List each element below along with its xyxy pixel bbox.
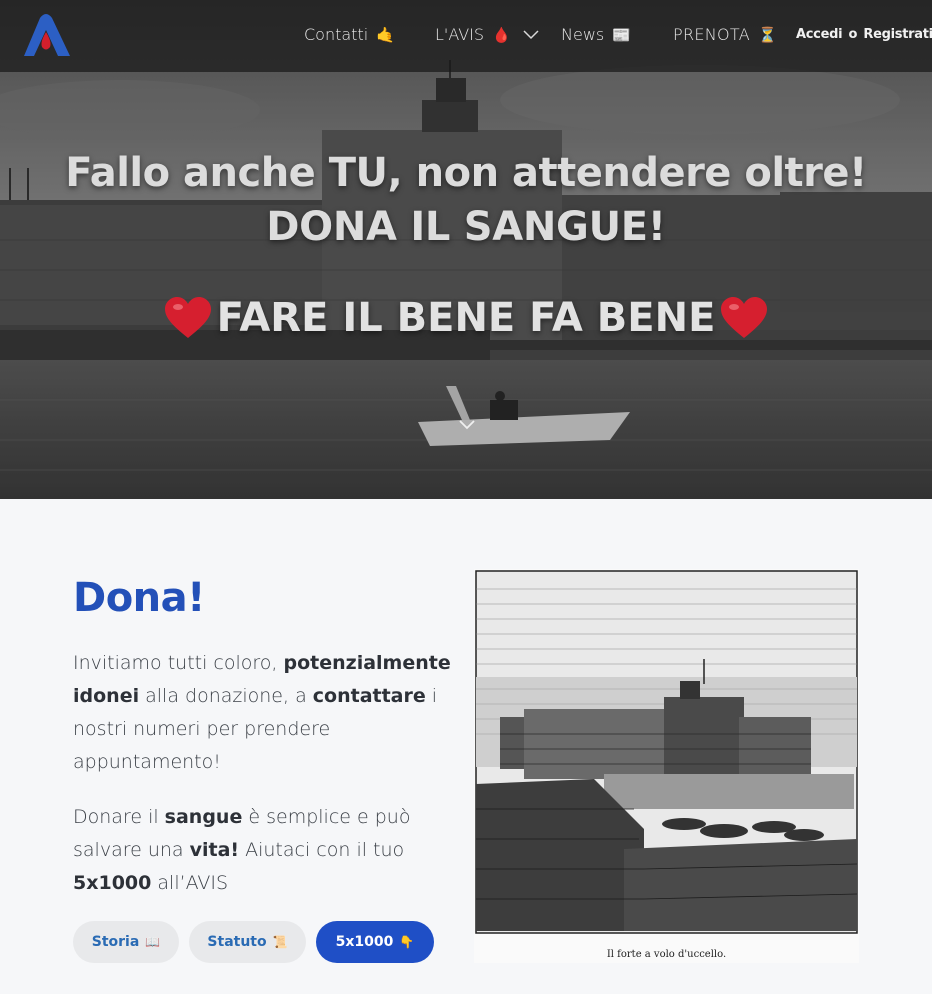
- hero-slogan-text: FARE IL BENE FA BENE: [216, 295, 716, 341]
- nav-news-label: News: [561, 25, 605, 44]
- scroll-icon: 📜: [272, 935, 288, 949]
- image-caption: Il forte a volo d'uccello.: [606, 949, 727, 960]
- text-fragment: alla donazione, a: [139, 685, 313, 707]
- nav-contatti[interactable]: Contatti 🤙: [304, 25, 395, 44]
- login-link[interactable]: Accedi: [796, 27, 843, 42]
- hourglass-icon: ⏳: [758, 25, 777, 44]
- statuto-button-label: Statuto: [207, 934, 267, 950]
- dona-section: Dona! Invitiamo tutti coloro, potenzialm…: [0, 499, 932, 994]
- hero-headline: Fallo anche TU, non attendere oltre!: [65, 150, 867, 196]
- storia-button-label: Storia: [91, 934, 140, 950]
- bold-fragment: contattare: [312, 685, 426, 707]
- nav-news[interactable]: News 📰: [561, 25, 631, 44]
- scroll-down-chevron-icon[interactable]: [457, 418, 477, 432]
- 5x1000-button[interactable]: 5x1000 👇: [316, 921, 434, 963]
- text-fragment: Donare il: [73, 806, 165, 828]
- open-book-icon: 📖: [145, 935, 161, 949]
- fortress-engraving-image: [474, 569, 859, 963]
- hero-slogan: FARE IL BENE FA BENE: [0, 295, 932, 341]
- 5x1000-button-label: 5x1000: [335, 934, 394, 950]
- nav-avis-label: L'AVIS: [435, 25, 485, 44]
- section-title: Dona!: [73, 575, 205, 621]
- nav-avis-dropdown[interactable]: L'AVIS 🩸: [435, 25, 539, 44]
- text-fragment: Aiutaci con il tuo: [239, 839, 405, 861]
- chevron-down-icon: [523, 29, 539, 39]
- blood-drop-icon: 🩸: [492, 25, 511, 44]
- call-me-hand-icon: 🤙: [376, 25, 395, 44]
- storia-button[interactable]: Storia 📖: [73, 921, 179, 963]
- register-link[interactable]: Registrati: [863, 27, 932, 42]
- nav-prenota[interactable]: PRENOTA ⏳: [673, 25, 777, 44]
- heart-icon: [164, 297, 211, 338]
- avis-logo[interactable]: [20, 12, 72, 58]
- newspaper-icon: 📰: [612, 25, 631, 44]
- bold-fragment: vita!: [189, 839, 240, 861]
- text-fragment: Invitiamo tutti coloro,: [73, 652, 284, 674]
- hero-section: Contatti 🤙 L'AVIS 🩸 News 📰 PRENOTA ⏳ Acc…: [0, 0, 932, 499]
- bold-fragment: 5x1000: [73, 872, 152, 894]
- pointing-down-icon: 👇: [399, 935, 415, 949]
- statuto-button[interactable]: Statuto 📜: [189, 921, 306, 963]
- nav-contatti-label: Contatti: [304, 25, 369, 44]
- intro-paragraph: Invitiamo tutti coloro, potenzialmente i…: [73, 647, 453, 779]
- top-navbar: Contatti 🤙 L'AVIS 🩸 News 📰 PRENOTA ⏳ Acc…: [0, 0, 932, 72]
- text-fragment: all’AVIS: [151, 872, 229, 894]
- hero-subheadline: DONA IL SANGUE!: [266, 204, 666, 250]
- donation-paragraph: Donare il sangue è semplice e può salvar…: [73, 801, 453, 900]
- nav-prenota-label: PRENOTA: [673, 25, 751, 44]
- auth-separator: o: [848, 27, 858, 42]
- heart-icon: [721, 297, 768, 338]
- bold-fragment: sangue: [164, 806, 243, 828]
- auth-links: Accedi o Registrati: [796, 27, 932, 42]
